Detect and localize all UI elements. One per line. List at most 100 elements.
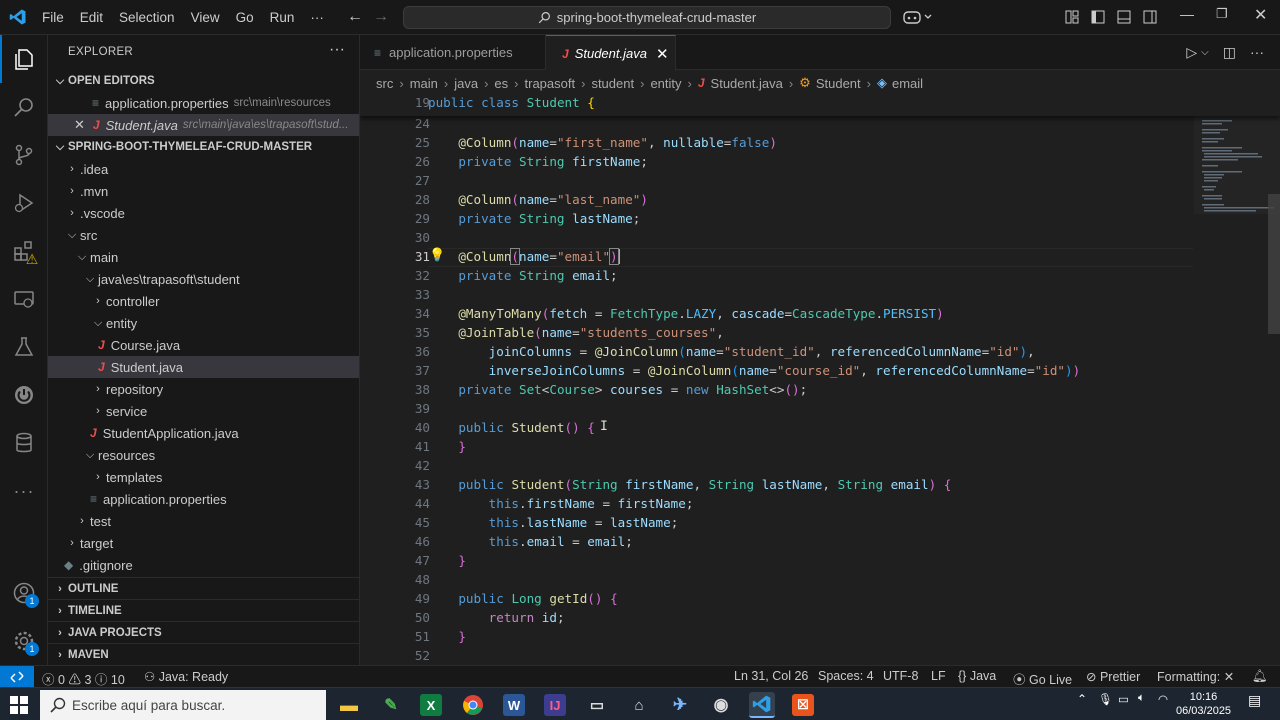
go-live[interactable]: ⦿ Go Live <box>1013 669 1072 688</box>
toggle-panel-icon[interactable] <box>1117 10 1131 24</box>
breadcrumb-item[interactable]: src <box>376 76 393 91</box>
close-window-icon[interactable]: ✕ <box>1254 5 1267 25</box>
vscode-taskbar-icon[interactable] <box>749 692 775 718</box>
outline-section[interactable]: › OUTLINE <box>48 577 359 599</box>
tree-file[interactable]: J Course.java <box>48 334 359 356</box>
tree-folder[interactable]: › templates <box>48 466 359 488</box>
wifi-icon[interactable]: ◠ <box>1158 692 1168 706</box>
obs-icon[interactable]: ◉ <box>708 692 734 718</box>
xampp-icon[interactable]: ☒ <box>792 694 814 716</box>
windows-start-icon[interactable] <box>10 696 28 714</box>
command-center-search[interactable]: spring-boot-thymeleaf-crud-master <box>403 6 891 29</box>
tab-application-properties[interactable]: ≡ application.properties <box>360 35 546 70</box>
tree-folder[interactable]: › service <box>48 400 359 422</box>
menu-file[interactable]: File <box>34 10 72 25</box>
accounts-icon[interactable]: 1 <box>0 569 48 617</box>
notifications-bell-icon[interactable]: 🔔︎ <box>1252 669 1268 684</box>
tree-folder[interactable]: ⌵ java\es\trapasoft\student <box>48 268 359 290</box>
tree-folder[interactable]: › .idea <box>48 158 359 180</box>
sticky-scroll[interactable]: 19 public class Student { <box>360 94 1280 116</box>
tree-folder[interactable]: ⌵ main <box>48 246 359 268</box>
minimap[interactable] <box>1194 94 1280 665</box>
intellij-icon[interactable]: IJ <box>544 694 566 716</box>
source-control-icon[interactable] <box>0 131 48 179</box>
explorer-more-icon[interactable]: ··· <box>329 41 345 59</box>
excel-icon[interactable]: X <box>420 694 442 716</box>
code-editor[interactable]: 19 public class Student { 24 25 26 27 28… <box>360 94 1280 665</box>
menu-view[interactable]: View <box>183 10 228 25</box>
file-explorer-icon[interactable]: ▬ <box>336 692 362 718</box>
java-projects-section[interactable]: › JAVA PROJECTS <box>48 621 359 643</box>
timeline-section[interactable]: › TIMELINE <box>48 599 359 621</box>
tray-chevron-icon[interactable]: ⌃ <box>1077 692 1087 706</box>
breadcrumb-item[interactable]: Student.java <box>711 76 783 91</box>
close-tab-icon[interactable]: ✕ <box>656 45 669 63</box>
breadcrumb-item[interactable]: entity <box>650 76 681 91</box>
tree-folder[interactable]: › target <box>48 532 359 554</box>
word-icon[interactable]: W <box>503 694 525 716</box>
menu-edit[interactable]: Edit <box>72 10 111 25</box>
notepad-plus-icon[interactable]: ✎ <box>378 692 404 718</box>
breadcrumb-item[interactable]: java <box>454 76 478 91</box>
formatting[interactable]: Formatting: ✕ <box>1157 669 1234 684</box>
close-editor-icon[interactable]: ✕ <box>74 117 85 133</box>
breadcrumb-item[interactable]: email <box>892 76 923 91</box>
taskbar-search[interactable]: Escribe aquí para buscar. <box>40 690 326 720</box>
remote-explorer-icon[interactable] <box>0 275 48 323</box>
spring-boot-dashboard-icon[interactable] <box>0 371 48 419</box>
tree-folder[interactable]: ⌵ resources <box>48 444 359 466</box>
testing-icon[interactable] <box>0 323 48 371</box>
terminal-icon[interactable]: ▭ <box>584 692 610 718</box>
tree-folder[interactable]: › controller <box>48 290 359 312</box>
remote-indicator[interactable] <box>0 666 34 688</box>
tree-file[interactable]: ≡ application.properties <box>48 488 359 510</box>
end-of-line[interactable]: LF <box>931 669 946 683</box>
menu-go[interactable]: Go <box>228 10 262 25</box>
maven-section[interactable]: › MAVEN <box>48 643 359 665</box>
chrome-icon[interactable] <box>460 692 486 718</box>
breadcrumb-item[interactable]: trapasoft <box>525 76 576 91</box>
problems-status[interactable]: ⓧ 0 ⚠ 3 ⓘ 10 <box>42 669 125 688</box>
battery-icon[interactable]: ▭ <box>1118 692 1129 706</box>
toggle-sidebar-icon[interactable] <box>1091 10 1105 24</box>
encoding[interactable]: UTF-8 <box>883 669 918 683</box>
menu-more[interactable]: ··· <box>302 10 332 25</box>
forward-arrow-icon[interactable]: → <box>373 8 389 26</box>
run-java-icon[interactable]: ▷ <box>1186 44 1197 61</box>
tree-folder[interactable]: › repository <box>48 378 359 400</box>
copilot-icon[interactable] <box>903 9 933 25</box>
volume-icon[interactable]: 🔈︎ <box>1138 692 1145 705</box>
tree-file[interactable]: J StudentApplication.java <box>48 422 359 444</box>
java-status[interactable]: ⚇ Java: Ready <box>144 669 228 684</box>
tree-file[interactable]: ◆ .gitignore <box>48 554 359 576</box>
more-views-icon[interactable]: ··· <box>0 467 48 515</box>
cursor-position[interactable]: Ln 31, Col 26 <box>734 669 808 683</box>
back-arrow-icon[interactable]: ← <box>347 8 363 26</box>
indentation[interactable]: Spaces: 4 <box>818 669 874 683</box>
breadcrumb-item[interactable]: student <box>591 76 634 91</box>
run-debug-icon[interactable] <box>0 179 48 227</box>
minimize-icon[interactable]: — <box>1180 6 1194 22</box>
split-editor-icon[interactable]: ◫ <box>1223 44 1236 61</box>
restore-icon[interactable]: ❐ <box>1216 6 1228 22</box>
tree-folder[interactable]: › .vscode <box>48 202 359 224</box>
more-actions-icon[interactable]: ··· <box>1250 44 1264 61</box>
menu-run[interactable]: Run <box>262 10 303 25</box>
language-mode[interactable]: {} Java <box>958 669 996 683</box>
toggle-secondary-sidebar-icon[interactable] <box>1143 10 1157 24</box>
run-dropdown-icon[interactable]: ⌵ <box>1201 47 1209 61</box>
tree-folder[interactable]: ⌵ src <box>48 224 359 246</box>
store-icon[interactable]: ⌂ <box>626 692 652 718</box>
search-icon[interactable] <box>0 83 48 131</box>
tree-file-selected[interactable]: J Student.java <box>48 356 359 378</box>
extensions-icon[interactable]: ⚠ <box>0 227 48 275</box>
tree-folder[interactable]: ⌵ entity <box>48 312 359 334</box>
open-editor-item-active[interactable]: ✕ J Student.java src\main\java\es\trapasoft… <box>48 114 359 136</box>
vpn-icon[interactable]: ✈ <box>667 692 693 718</box>
project-section[interactable]: ⌵ SPRING-BOOT-THYMELEAF-CRUD-MASTER <box>48 136 359 158</box>
menu-selection[interactable]: Selection <box>111 10 183 25</box>
open-editor-item[interactable]: ≡ application.properties src\main\resource… <box>48 92 359 114</box>
tree-folder[interactable]: › test <box>48 510 359 532</box>
manage-gear-icon[interactable]: 1 <box>0 617 48 665</box>
explorer-icon[interactable] <box>0 35 48 83</box>
